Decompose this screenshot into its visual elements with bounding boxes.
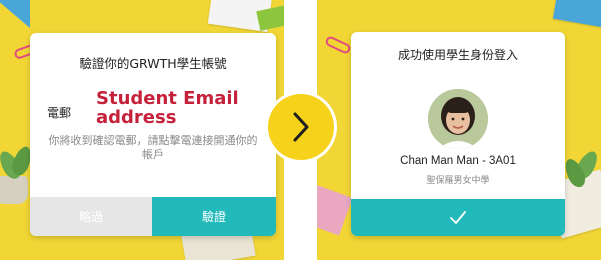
decor-paper	[552, 0, 601, 29]
success-card: 成功使用學生身份登入 Chan Man Man - 3A01 聖保羅男女中學	[351, 32, 565, 236]
confirm-button[interactable]	[351, 199, 565, 236]
skip-button[interactable]: 略過	[30, 197, 152, 236]
avatar-image	[428, 89, 488, 149]
student-avatar	[428, 89, 488, 149]
decor-plant-pot	[0, 176, 28, 204]
success-screen: 成功使用學生身份登入 Chan Man Man - 3A01 聖保羅男女中學	[317, 0, 601, 260]
verify-button[interactable]: 驗證	[152, 197, 276, 236]
decor-pink-shape	[317, 184, 353, 236]
email-row: 電郵 Student Email address	[47, 89, 267, 131]
email-label: 電郵	[47, 106, 72, 120]
check-icon	[450, 210, 466, 224]
user-name: Chan Man Man - 3A01	[400, 155, 516, 167]
next-arrow-button[interactable]	[268, 94, 334, 160]
decor-blue-shape	[0, 0, 30, 28]
verify-actions: 略過 驗證	[30, 197, 276, 236]
verify-title: 驗證你的GRWTH學生帳號	[79, 56, 227, 71]
school-name: 聖保羅男女中學	[426, 176, 490, 186]
success-title: 成功使用學生身份登入	[397, 48, 518, 62]
verify-screen: 驗證你的GRWTH學生帳號 電郵 Student Email address 你…	[0, 0, 284, 260]
chevron-right-icon	[293, 112, 309, 142]
verify-hint: 你將收到確認電郵，請點擊電連接開通你的帳戶	[48, 134, 258, 161]
email-value: Student Email address	[96, 88, 239, 128]
decor-paperclip	[324, 34, 352, 56]
verify-card: 驗證你的GRWTH學生帳號 電郵 Student Email address 你…	[30, 33, 276, 236]
